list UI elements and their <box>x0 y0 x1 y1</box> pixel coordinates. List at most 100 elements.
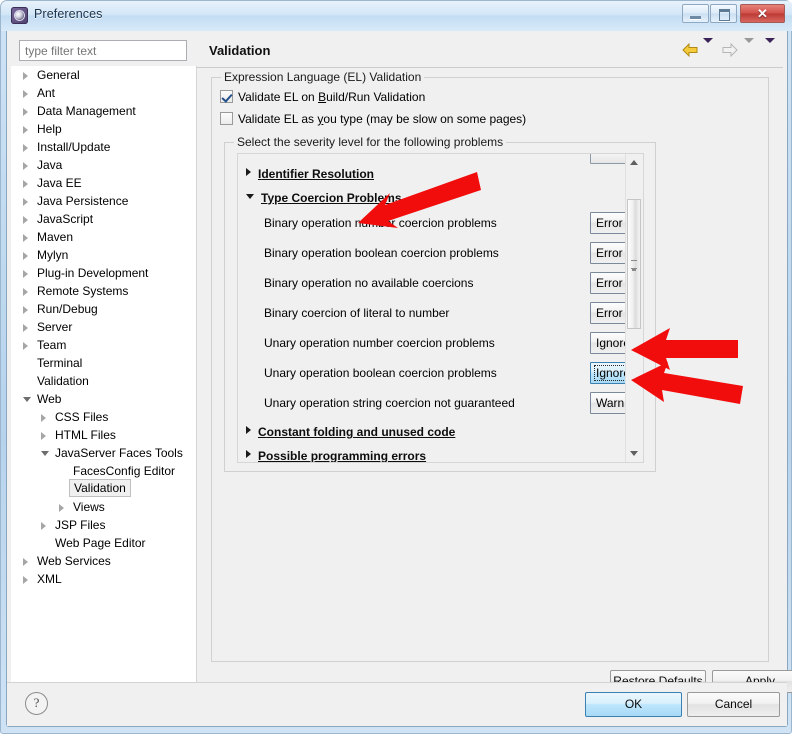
tree-collapsed-arrow-icon[interactable] <box>23 72 28 80</box>
tree-collapsed-arrow-icon[interactable] <box>23 144 28 152</box>
sidebar-item-help[interactable]: Help <box>11 120 196 138</box>
tree-collapsed-arrow-icon[interactable] <box>23 198 28 206</box>
tree-collapsed-arrow-icon[interactable] <box>23 216 28 224</box>
sidebar-item-remote-systems[interactable]: Remote Systems <box>11 282 196 300</box>
tree-collapsed-arrow-icon[interactable] <box>23 324 28 332</box>
severity-problem-label: Binary operation no available coercions <box>264 276 474 290</box>
severity-level-group-label: Select the severity level for the follow… <box>234 135 507 149</box>
tree-collapsed-arrow-icon[interactable] <box>23 108 28 116</box>
sidebar-item-html-files[interactable]: HTML Files <box>11 426 196 444</box>
sidebar-item-terminal[interactable]: Terminal <box>11 354 196 372</box>
sidebar-item-web-services[interactable]: Web Services <box>11 552 196 570</box>
severity-problem-label: Binary coercion of literal to number <box>264 306 450 320</box>
category-collapsed-arrow-icon[interactable] <box>246 426 251 434</box>
tree-collapsed-arrow-icon[interactable] <box>23 126 28 134</box>
back-arrow-icon[interactable] <box>681 42 698 57</box>
sidebar-item-label: Web Services <box>37 554 111 568</box>
sidebar-item-javaserver-faces-tools[interactable]: JavaServer Faces Tools <box>11 444 196 462</box>
tree-collapsed-arrow-icon[interactable] <box>23 180 28 188</box>
sidebar-item-validation[interactable]: Validation <box>11 372 196 390</box>
tree-collapsed-arrow-icon[interactable] <box>41 414 46 422</box>
sidebar-item-ant[interactable]: Ant <box>11 84 196 102</box>
sidebar-item-label: HTML Files <box>55 428 116 442</box>
checkbox-validate-el-as-you-type-label: Validate EL as you type (may be slow on … <box>238 112 527 126</box>
severity-problem-row: Unary operation boolean coercion problem… <box>264 362 643 388</box>
filter-input[interactable] <box>19 40 187 61</box>
sidebar-item-install-update[interactable]: Install/Update <box>11 138 196 156</box>
tree-collapsed-arrow-icon[interactable] <box>23 558 28 566</box>
severity-category-row[interactable]: Identifier Resolution <box>246 164 374 184</box>
tree-collapsed-arrow-icon[interactable] <box>23 162 28 170</box>
severity-category-row[interactable]: Possible programming errors <box>246 446 426 462</box>
severity-category-label: Constant folding and unused code <box>258 425 456 439</box>
severity-combo-value: Error <box>596 216 623 230</box>
annotation-arrow-unary-boolean <box>631 362 743 404</box>
tree-collapsed-arrow-icon[interactable] <box>41 432 46 440</box>
ok-button[interactable]: OK <box>585 692 682 717</box>
category-collapsed-arrow-icon[interactable] <box>246 450 251 458</box>
maximize-button[interactable] <box>710 4 737 23</box>
sidebar-item-xml[interactable]: XML <box>11 570 196 588</box>
severity-list-scrollbar[interactable] <box>625 154 643 462</box>
checkbox-validate-el-on-build-label: Validate EL on Build/Run Validation <box>238 90 426 104</box>
tree-collapsed-arrow-icon[interactable] <box>23 288 28 296</box>
sidebar-item-label: Remote Systems <box>37 284 129 298</box>
help-icon[interactable]: ? <box>25 692 48 715</box>
sidebar-item-jsp-files[interactable]: JSP Files <box>11 516 196 534</box>
tree-collapsed-arrow-icon[interactable] <box>59 504 64 512</box>
tree-collapsed-arrow-icon[interactable] <box>23 576 28 584</box>
sidebar-item-facesconfig-editor[interactable]: FacesConfig Editor <box>11 462 196 480</box>
severity-combo-value: Error <box>596 246 623 260</box>
tree-collapsed-arrow-icon[interactable] <box>23 90 28 98</box>
checkbox-validate-el-as-you-type[interactable]: Validate EL as you type (may be slow on … <box>220 110 526 128</box>
preferences-tree[interactable]: General Ant Data Management Help Install/Upd… <box>11 66 197 690</box>
category-expanded-arrow-icon[interactable] <box>246 194 254 199</box>
sidebar-item-javascript[interactable]: JavaScript <box>11 210 196 228</box>
sidebar-item-server[interactable]: Server <box>11 318 196 336</box>
sidebar-item-mylyn[interactable]: Mylyn <box>11 246 196 264</box>
tree-collapsed-arrow-icon[interactable] <box>23 342 28 350</box>
sidebar-item-label: Java <box>37 158 63 172</box>
sidebar-item-run-debug[interactable]: Run/Debug <box>11 300 196 318</box>
sidebar-item-team[interactable]: Team <box>11 336 196 354</box>
scroll-up-button[interactable] <box>626 154 642 171</box>
close-button[interactable]: ✕ <box>740 4 785 23</box>
checkbox-validate-el-on-build[interactable]: Validate EL on Build/Run Validation <box>220 88 425 106</box>
tree-collapsed-arrow-icon[interactable] <box>23 252 28 260</box>
sidebar-item-plug-in-development[interactable]: Plug-in Development <box>11 264 196 282</box>
sidebar-item-label: Plug-in Development <box>37 266 149 280</box>
cancel-button[interactable]: Cancel <box>687 692 780 717</box>
sidebar-item-label: Maven <box>37 230 74 244</box>
sidebar-item-web-page-editor[interactable]: Web Page Editor <box>11 534 196 552</box>
forward-menu-chevron-down-icon[interactable] <box>743 37 754 57</box>
forward-arrow-icon[interactable] <box>722 42 739 57</box>
severity-problem-label: Unary operation string coercion not guar… <box>264 396 515 410</box>
sidebar-item-css-files[interactable]: CSS Files <box>11 408 196 426</box>
scrollbar-thumb[interactable] <box>627 199 641 329</box>
sidebar-item-validation[interactable]: Validation <box>11 479 196 498</box>
page-menu-chevron-down-icon[interactable] <box>765 37 775 57</box>
sidebar-item-data-management[interactable]: Data Management <box>11 102 196 120</box>
sidebar-item-maven[interactable]: Maven <box>11 228 196 246</box>
severity-problem-row: Unary operation number coercion problems… <box>264 332 643 358</box>
tree-collapsed-arrow-icon[interactable] <box>23 306 28 314</box>
tree-expanded-arrow-icon[interactable] <box>41 451 49 456</box>
sidebar-item-label: Terminal <box>37 356 83 370</box>
tree-collapsed-arrow-icon[interactable] <box>23 270 28 278</box>
sidebar-item-views[interactable]: Views <box>11 498 196 516</box>
back-menu-chevron-down-icon[interactable] <box>702 37 713 57</box>
tree-expanded-arrow-icon[interactable] <box>23 397 31 402</box>
sidebar-item-general[interactable]: General <box>11 66 196 84</box>
minimize-button[interactable] <box>682 4 709 23</box>
scroll-down-button[interactable] <box>626 445 642 462</box>
sidebar-item-java-persistence[interactable]: Java Persistence <box>11 192 196 210</box>
tree-collapsed-arrow-icon[interactable] <box>23 234 28 242</box>
severity-category-row[interactable]: Constant folding and unused code <box>246 422 455 442</box>
checkbox-unchecked-icon <box>220 112 233 125</box>
sidebar-item-label: Validation <box>37 374 89 388</box>
sidebar-item-java[interactable]: Java <box>11 156 196 174</box>
category-collapsed-arrow-icon[interactable] <box>246 168 251 176</box>
tree-collapsed-arrow-icon[interactable] <box>41 522 46 530</box>
sidebar-item-java-ee[interactable]: Java EE <box>11 174 196 192</box>
sidebar-item-web[interactable]: Web <box>11 390 196 408</box>
